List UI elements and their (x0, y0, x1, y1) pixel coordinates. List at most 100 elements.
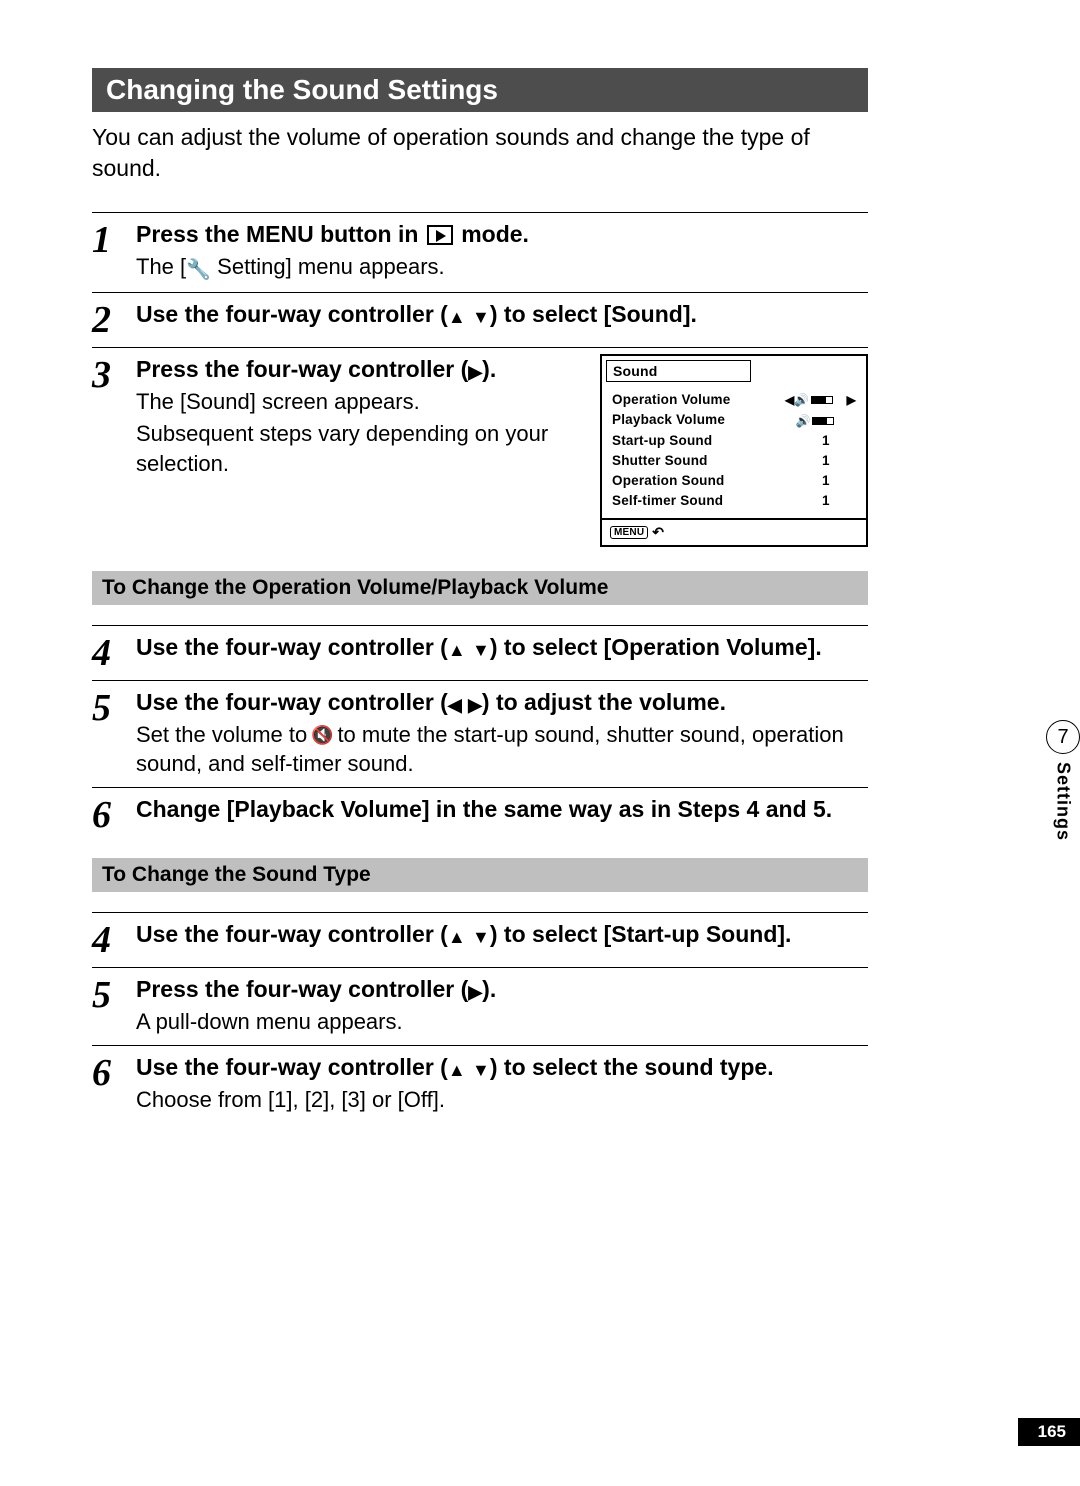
step-desc: The [🔧 Setting] menu appears. (136, 252, 868, 284)
up-triangle-icon: ▲ (448, 307, 466, 327)
text: ). (482, 976, 496, 1002)
step-desc: Subsequent steps vary depending on your … (136, 419, 582, 478)
text: ) to select the sound type. (490, 1054, 774, 1080)
page-number: 165 (1018, 1418, 1080, 1446)
lcd-value: 1 (822, 471, 856, 491)
step-number: 5 (92, 687, 136, 779)
lcd-label: Operation Sound (612, 471, 822, 491)
step-title: Use the four-way controller (◀ ▶) to adj… (136, 687, 868, 718)
text: Press the four-way controller ( (136, 356, 468, 382)
step-number: 3 (92, 354, 136, 547)
step-title: Use the four-way controller (▲ ▼) to sel… (136, 1052, 868, 1083)
text: Press the four-way controller ( (136, 976, 468, 1002)
step-number: 6 (92, 794, 136, 834)
step-number: 4 (92, 632, 136, 672)
step-title: Press the four-way controller (▶). (136, 354, 582, 385)
text: ) to adjust the volume. (482, 689, 726, 715)
text: ) to select [Sound]. (490, 301, 697, 327)
menu-label: MENU (246, 221, 314, 247)
back-arrow-icon: ↶ (652, 524, 664, 541)
step-title: Change [Playback Volume] in the same way… (136, 794, 868, 825)
lcd-row: Start-up Sound 1 (612, 431, 856, 451)
step-number: 2 (92, 299, 136, 339)
text: Use the four-way controller ( (136, 634, 448, 660)
text: The [ (136, 254, 186, 279)
text: Set the volume to (136, 722, 313, 747)
lcd-footer: MENU ↶ (602, 520, 866, 545)
step-desc: A pull-down menu appears. (136, 1007, 868, 1037)
lcd-label: Shutter Sound (612, 451, 822, 471)
volume-icon: 🔊 (796, 412, 834, 430)
left-triangle-icon: ◀ (448, 695, 462, 715)
step-title: Use the four-way controller (▲ ▼) to sel… (136, 299, 868, 330)
step-desc: Set the volume to to mute the start-up s… (136, 720, 868, 779)
step-6b: 6 Use the four-way controller (▲ ▼) to s… (92, 1045, 868, 1115)
text: ). (482, 356, 496, 382)
step-desc: Choose from [1], [2], [3] or [Off]. (136, 1085, 868, 1115)
playback-mode-icon (427, 225, 453, 245)
text: ) to select [Operation Volume]. (490, 634, 822, 660)
up-triangle-icon: ▲ (448, 1060, 466, 1080)
intro-text: You can adjust the volume of operation s… (92, 122, 868, 184)
step-title: Press the MENU button in mode. (136, 219, 868, 250)
text: Use the four-way controller ( (136, 301, 448, 327)
step-5b: 5 Press the four-way controller (▶). A p… (92, 967, 868, 1037)
down-triangle-icon: ▼ (472, 1060, 490, 1080)
step-number: 4 (92, 919, 136, 959)
step-5a: 5 Use the four-way controller (◀ ▶) to a… (92, 680, 868, 779)
text: Use the four-way controller ( (136, 689, 448, 715)
up-triangle-icon: ▲ (448, 640, 466, 660)
step-number: 1 (92, 219, 136, 284)
text: Setting] menu appears. (211, 254, 445, 279)
right-arrow-icon: ▶ (847, 391, 856, 409)
text: button in (314, 221, 425, 247)
step-number: 5 (92, 974, 136, 1037)
step-4a: 4 Use the four-way controller (▲ ▼) to s… (92, 625, 868, 672)
lcd-screen: Sound Operation Volume ◀ 🔊 ▶ Playback Vo… (600, 354, 868, 547)
section-header: Changing the Sound Settings (92, 68, 868, 112)
step-desc: The [Sound] screen appears. (136, 387, 582, 417)
lcd-row: Self-timer Sound 1 (612, 491, 856, 511)
step-1: 1 Press the MENU button in mode. The [🔧 … (92, 212, 868, 284)
step-6a: 6 Change [Playback Volume] in the same w… (92, 787, 868, 834)
step-number: 6 (92, 1052, 136, 1115)
sub-header-volume: To Change the Operation Volume/Playback … (92, 571, 868, 605)
lcd-title: Sound (606, 360, 751, 382)
lcd-label: Start-up Sound (612, 431, 822, 451)
lcd-value: 1 (822, 431, 856, 451)
lcd-label: Operation Volume (612, 390, 785, 410)
left-arrow-icon: ◀ (785, 391, 794, 409)
menu-button-label: MENU (610, 526, 648, 539)
step-title: Use the four-way controller (▲ ▼) to sel… (136, 919, 868, 950)
chapter-label: Settings (1053, 762, 1074, 841)
lcd-row: Playback Volume 🔊 (612, 410, 856, 430)
lcd-label: Self-timer Sound (612, 491, 822, 511)
step-2: 2 Use the four-way controller (▲ ▼) to s… (92, 292, 868, 339)
wrench-icon: 🔧 (186, 257, 211, 284)
volume-icon: 🔊 (794, 391, 832, 409)
right-triangle-icon: ▶ (468, 695, 482, 715)
right-triangle-icon: ▶ (468, 362, 482, 382)
lcd-row: Operation Sound 1 (612, 471, 856, 491)
step-3: 3 Press the four-way controller (▶). The… (92, 347, 868, 547)
text: mode. (455, 221, 529, 247)
lcd-label: Playback Volume (612, 410, 796, 430)
side-tab: 7 Settings (1046, 720, 1080, 841)
lcd-value: 1 (822, 451, 856, 471)
text: Use the four-way controller ( (136, 921, 448, 947)
right-triangle-icon: ▶ (468, 982, 482, 1002)
lcd-value: 1 (822, 491, 856, 511)
text: ) to select [Start-up Sound]. (490, 921, 792, 947)
step-title: Use the four-way controller (▲ ▼) to sel… (136, 632, 868, 663)
chapter-number: 7 (1046, 720, 1080, 754)
mute-icon (313, 727, 331, 745)
down-triangle-icon: ▼ (472, 307, 490, 327)
text: Use the four-way controller ( (136, 1054, 448, 1080)
up-triangle-icon: ▲ (448, 927, 466, 947)
lcd-row: Operation Volume ◀ 🔊 ▶ (612, 390, 856, 410)
down-triangle-icon: ▼ (472, 640, 490, 660)
text: Press the (136, 221, 246, 247)
sub-header-soundtype: To Change the Sound Type (92, 858, 868, 892)
lcd-row: Shutter Sound 1 (612, 451, 856, 471)
down-triangle-icon: ▼ (472, 927, 490, 947)
